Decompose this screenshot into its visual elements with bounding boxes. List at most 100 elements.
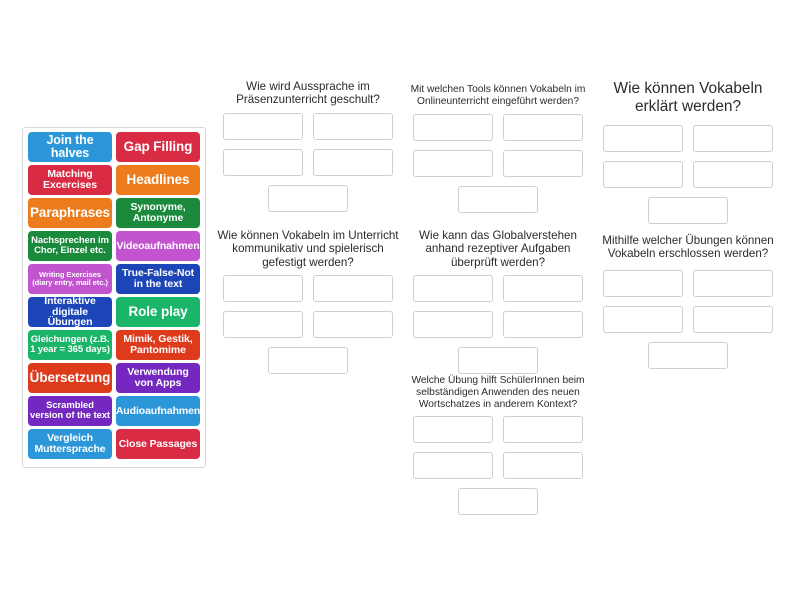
slot-row xyxy=(215,148,401,176)
question-block-2: Mit welchen Tools können Vokabeln im Onl… xyxy=(405,84,591,213)
slot-row xyxy=(405,311,591,339)
tile-grid: Join the halves Gap Filling Matching Excerc… xyxy=(28,132,200,459)
answer-tile[interactable]: Verwendung von Apps xyxy=(116,363,200,393)
slot-row xyxy=(595,341,781,369)
drop-slot[interactable] xyxy=(693,305,773,333)
answer-tile[interactable]: Close Passages xyxy=(116,429,200,459)
answer-tile[interactable]: Audioaufnahmen xyxy=(116,396,200,426)
drop-slot[interactable] xyxy=(413,275,493,303)
drop-slot[interactable] xyxy=(313,148,393,176)
question-block-1: Wie wird Aussprache im Präsenzunterricht… xyxy=(215,80,401,212)
question-title: Wie können Vokabeln erklärt werden? xyxy=(613,80,763,115)
slot-row xyxy=(595,305,781,333)
slot-row xyxy=(403,416,593,444)
question-title: Wie wird Aussprache im Präsenzunterricht… xyxy=(236,80,380,107)
drop-slot[interactable] xyxy=(693,269,773,297)
answer-tile[interactable]: Scrambled version of the text xyxy=(28,396,112,426)
answer-tile[interactable]: Gap Filling xyxy=(116,132,200,162)
slot-row xyxy=(595,196,781,224)
drop-slot[interactable] xyxy=(603,269,683,297)
slot-row xyxy=(215,112,401,140)
slot-row xyxy=(215,184,401,212)
answer-tile[interactable]: Writing Exercises (diary entry, mail etc.… xyxy=(28,264,112,294)
drop-slot[interactable] xyxy=(603,160,683,188)
drop-slot[interactable] xyxy=(503,113,583,141)
drop-slot[interactable] xyxy=(503,275,583,303)
slot-row xyxy=(595,124,781,152)
answer-tile[interactable]: Matching Excercises xyxy=(28,165,112,195)
drop-slot[interactable] xyxy=(223,112,303,140)
slot-row xyxy=(403,488,593,516)
slot-group xyxy=(595,269,781,369)
drop-slot[interactable] xyxy=(413,416,493,444)
drop-slot[interactable] xyxy=(503,452,583,480)
drop-slot[interactable] xyxy=(268,184,348,212)
drop-slot[interactable] xyxy=(693,160,773,188)
drop-slot[interactable] xyxy=(413,149,493,177)
question-block-3: Wie können Vokabeln erklärt werden? xyxy=(595,80,781,224)
slot-group xyxy=(595,124,781,224)
slot-row xyxy=(403,452,593,480)
answer-tile[interactable]: Join the halves xyxy=(28,132,112,162)
drop-slot[interactable] xyxy=(458,488,538,516)
answer-tile[interactable]: Interaktive digitale Übungen xyxy=(28,297,112,327)
drop-slot[interactable] xyxy=(503,311,583,339)
answer-tile[interactable]: Nachsprechen im Chor, Einzel etc. xyxy=(28,231,112,261)
answer-tile[interactable]: Role play xyxy=(116,297,200,327)
answer-tile[interactable]: Headlines xyxy=(116,165,200,195)
slot-row xyxy=(595,269,781,297)
drop-slot[interactable] xyxy=(503,416,583,444)
answer-tile[interactable]: Paraphrases xyxy=(28,198,112,228)
drop-slot[interactable] xyxy=(413,452,493,480)
question-title: Mithilfe welcher Übungen können Vokabeln… xyxy=(602,234,774,261)
slot-group xyxy=(405,113,591,213)
question-block-4: Wie können Vokabeln im Unterricht kommun… xyxy=(215,229,401,375)
drop-slot[interactable] xyxy=(503,149,583,177)
answer-tile[interactable]: True-False-Not in the text xyxy=(116,264,200,294)
slot-row xyxy=(595,160,781,188)
answer-tile[interactable]: Synonyme, Antonyme xyxy=(116,198,200,228)
slot-row xyxy=(405,149,591,177)
slot-row xyxy=(215,275,401,303)
slot-row xyxy=(405,347,591,375)
question-title: Wie können Vokabeln im Unterricht kommun… xyxy=(217,229,399,269)
tile-bank[interactable]: Join the halves Gap Filling Matching Excerc… xyxy=(22,127,206,468)
slot-group xyxy=(403,416,593,516)
drop-slot[interactable] xyxy=(603,124,683,152)
slot-row xyxy=(405,185,591,213)
drop-slot[interactable] xyxy=(693,124,773,152)
drop-slot[interactable] xyxy=(223,311,303,339)
drop-slot[interactable] xyxy=(313,275,393,303)
drop-slot[interactable] xyxy=(223,275,303,303)
answer-tile[interactable]: Mimik, Gestik, Pantomime xyxy=(116,330,200,360)
question-title: Wie kann das Globalverstehen anhand reze… xyxy=(419,229,577,269)
question-title: Welche Übung hilft SchülerInnen beim sel… xyxy=(411,375,585,410)
drop-slot[interactable] xyxy=(223,148,303,176)
question-block-7: Welche Übung hilft SchülerInnen beim sel… xyxy=(403,375,593,516)
question-block-6: Mithilfe welcher Übungen können Vokabeln… xyxy=(595,234,781,369)
drop-slot[interactable] xyxy=(603,305,683,333)
drop-slot[interactable] xyxy=(413,311,493,339)
answer-tile[interactable]: Gleichungen (z.B. 1 year = 365 days) xyxy=(28,330,112,360)
slot-group xyxy=(215,112,401,212)
drop-slot[interactable] xyxy=(458,347,538,375)
answer-tile[interactable]: Videoaufnahmen xyxy=(116,231,200,261)
drop-slot[interactable] xyxy=(458,185,538,213)
drop-slot[interactable] xyxy=(313,112,393,140)
drop-slot[interactable] xyxy=(268,347,348,375)
slot-row xyxy=(405,113,591,141)
question-title: Mit welchen Tools können Vokabeln im Onl… xyxy=(410,84,586,107)
drop-slot[interactable] xyxy=(648,341,728,369)
answer-tile[interactable]: Vergleich Muttersprache xyxy=(28,429,112,459)
slot-group xyxy=(405,275,591,375)
slot-group xyxy=(215,275,401,375)
question-block-5: Wie kann das Globalverstehen anhand reze… xyxy=(405,229,591,375)
slot-row xyxy=(215,311,401,339)
answer-tile[interactable]: Übersetzung xyxy=(28,363,112,393)
slot-row xyxy=(215,347,401,375)
drop-slot[interactable] xyxy=(313,311,393,339)
drop-slot[interactable] xyxy=(413,113,493,141)
group-sort-activity: Join the halves Gap Filling Matching Excerc… xyxy=(0,0,800,600)
slot-row xyxy=(405,275,591,303)
drop-slot[interactable] xyxy=(648,196,728,224)
